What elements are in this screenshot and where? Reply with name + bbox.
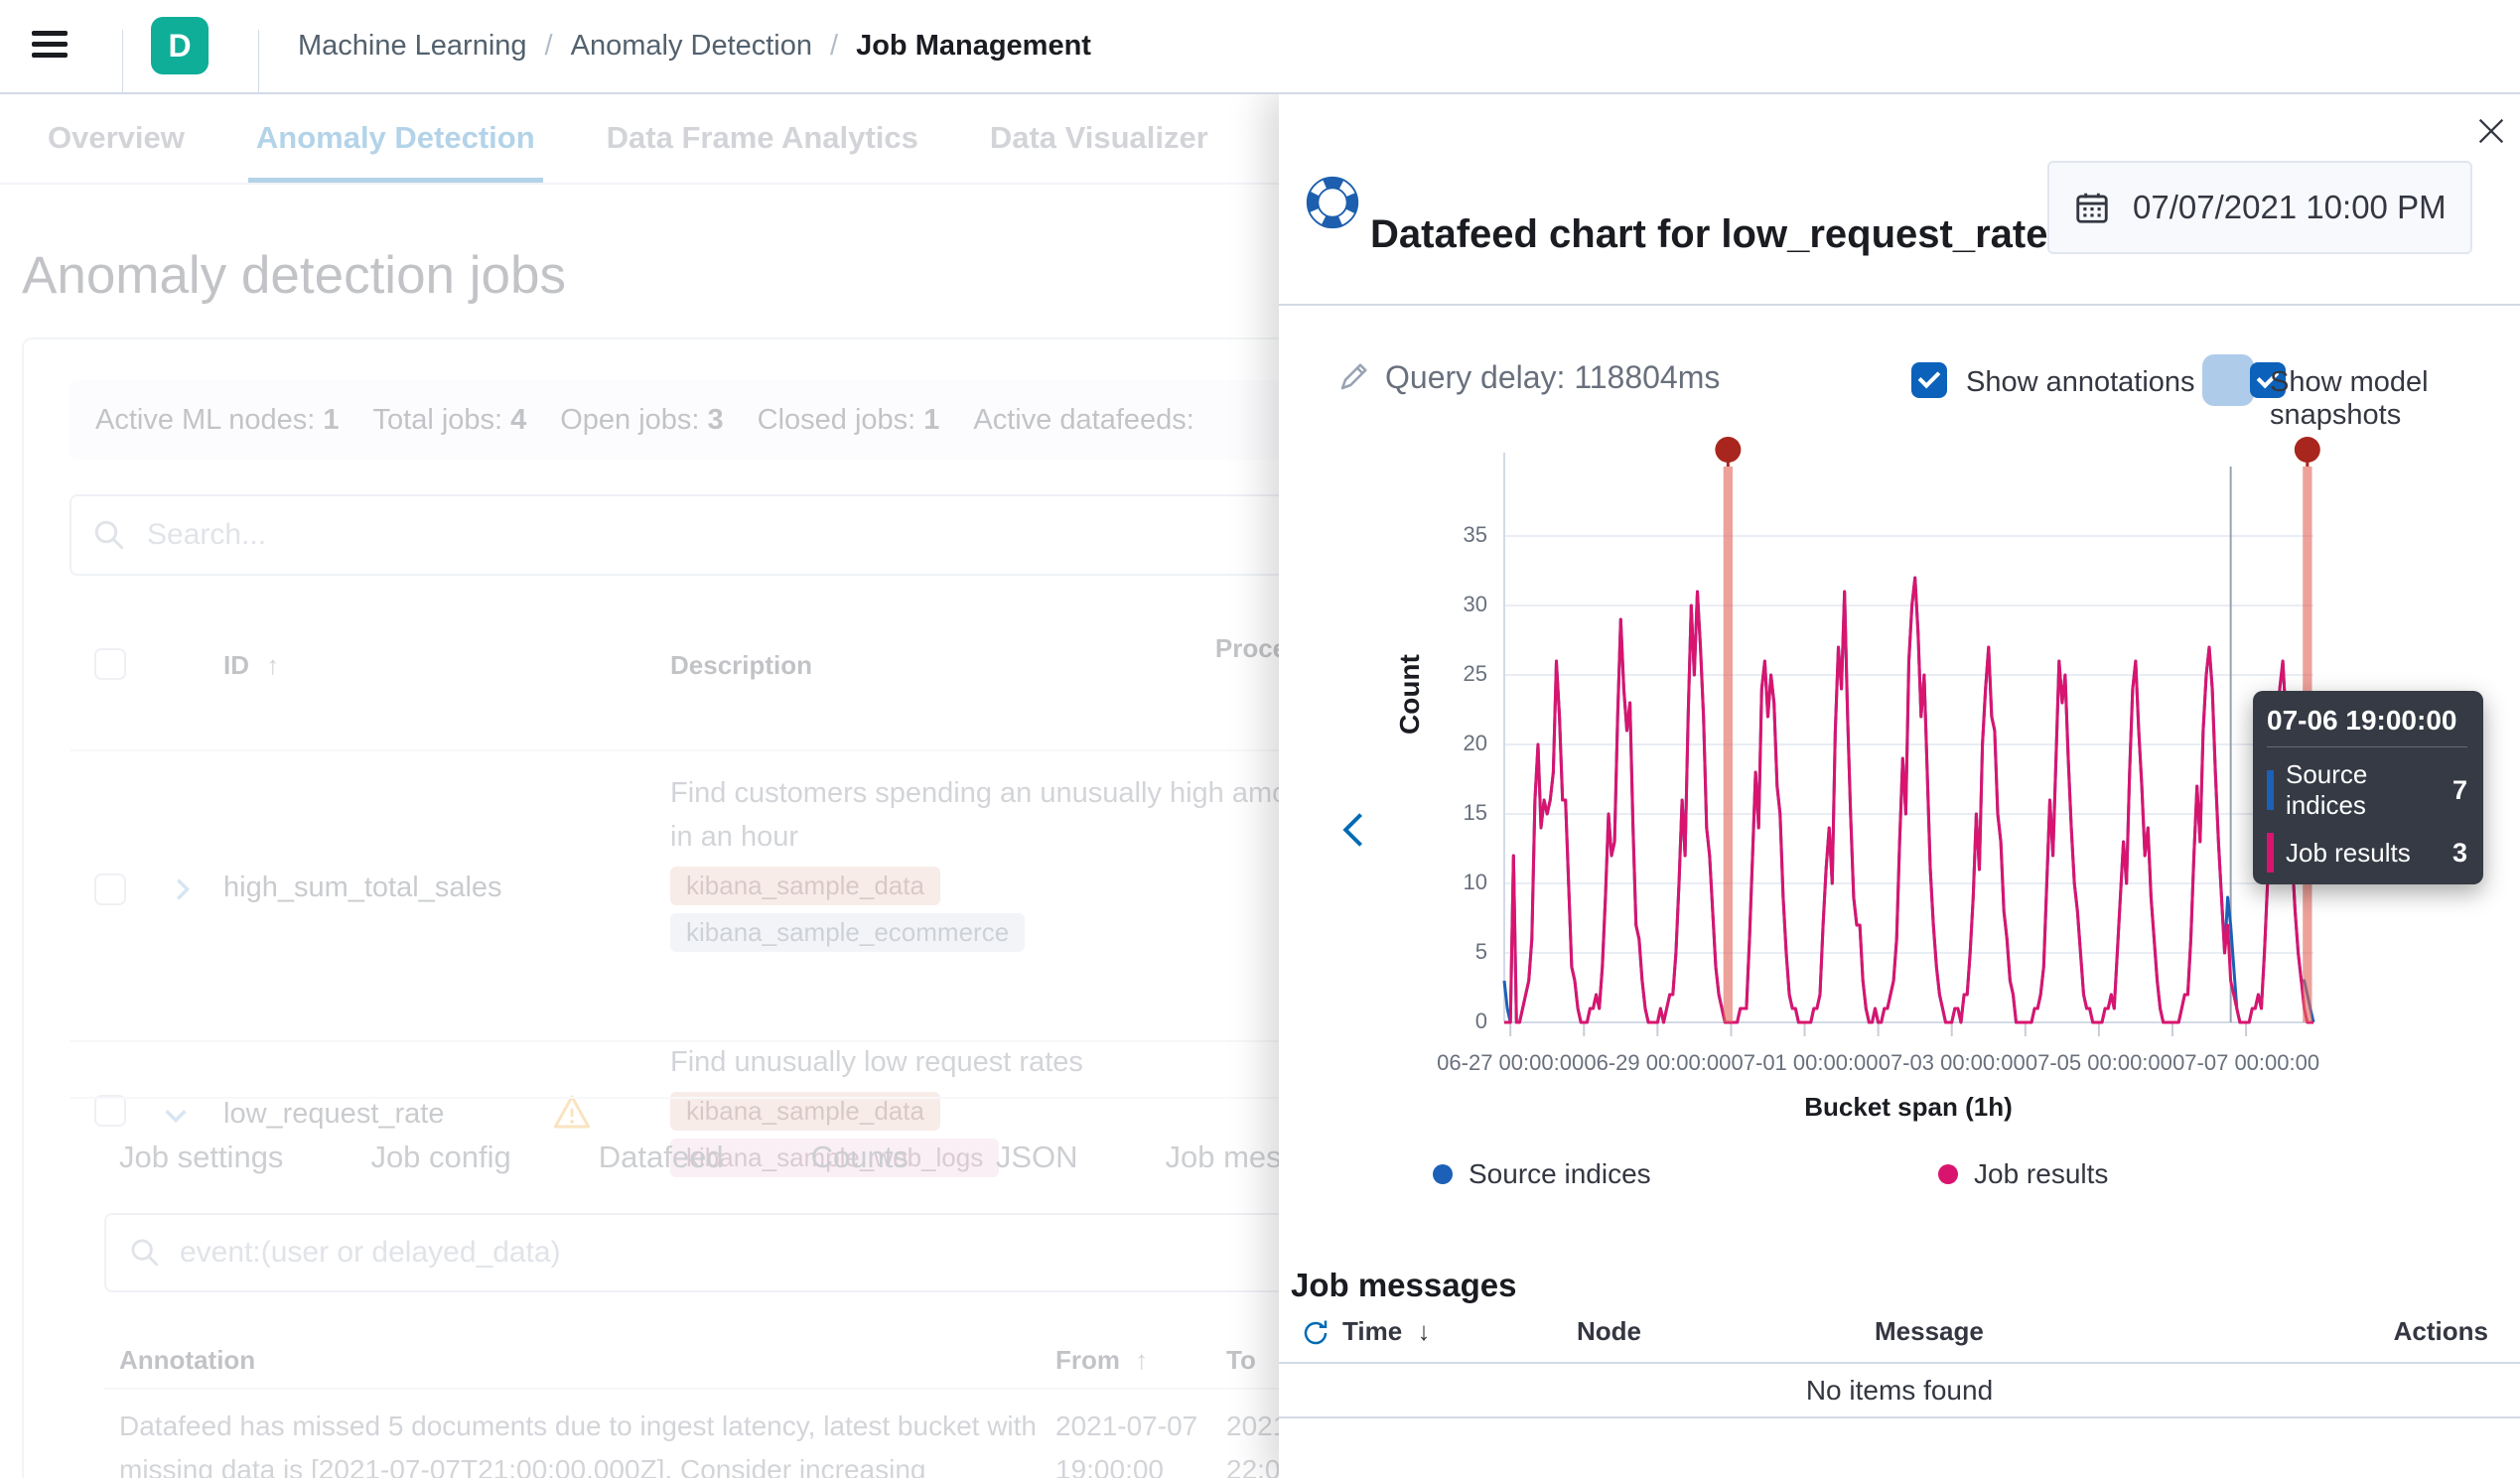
- breadcrumb-machine-learning[interactable]: Machine Learning: [298, 30, 527, 63]
- refresh-icon[interactable]: [1301, 1318, 1330, 1348]
- tooltip-timestamp: 07-06 19:00:00: [2267, 705, 2467, 747]
- legend-label: Source indices: [1469, 1158, 1651, 1190]
- sort-desc-icon: ↓: [1417, 1316, 1430, 1346]
- show-annotations-checkbox[interactable]: [1911, 362, 1947, 398]
- date-picker-input[interactable]: [2131, 188, 2462, 227]
- app-root: D Machine Learning / Anomaly Detection /…: [0, 0, 2520, 1478]
- no-items-found-text: No items found: [1279, 1375, 2520, 1407]
- legend-label: Job results: [1974, 1158, 2108, 1190]
- breadcrumb-job-management: Job Management: [856, 30, 1091, 63]
- legend-item-job-results[interactable]: Job results: [1938, 1158, 2108, 1190]
- datafeed-chart-icon: [1306, 176, 1359, 229]
- header-divider: [122, 30, 123, 92]
- checkbox-focus-ring: [2202, 354, 2254, 406]
- space-avatar[interactable]: D: [151, 17, 209, 74]
- tooltip-series-bar-blue: [2267, 770, 2274, 810]
- date-picker-field[interactable]: [2047, 161, 2472, 254]
- query-delay-text[interactable]: Query delay: 118804ms: [1385, 359, 1720, 396]
- space-avatar-letter: D: [168, 28, 191, 65]
- breadcrumb-separator: /: [545, 30, 553, 63]
- column-header-message: Message: [1875, 1316, 1984, 1347]
- column-header-time[interactable]: Time ↓: [1342, 1316, 1430, 1347]
- show-model-snapshots-label[interactable]: Show model snapshots: [2270, 366, 2520, 432]
- breadcrumb: Machine Learning / Anomaly Detection / J…: [298, 0, 1091, 92]
- top-header-bar: D Machine Learning / Anomaly Detection /…: [0, 0, 2520, 94]
- flyout-title: Datafeed chart for low_request_rate: [1370, 212, 2047, 257]
- tooltip-series-bar-magenta: [2267, 833, 2274, 873]
- legend-item-source-indices[interactable]: Source indices: [1433, 1158, 1651, 1190]
- tooltip-row-source-indices: Source indices 7: [2267, 759, 2467, 821]
- table-divider: [1279, 1362, 2520, 1364]
- chart-tooltip: 07-06 19:00:00 Source indices 7 Job resu…: [2253, 691, 2483, 884]
- calendar-icon: [2073, 188, 2111, 227]
- table-divider: [1279, 1416, 2520, 1418]
- breadcrumb-anomaly-detection[interactable]: Anomaly Detection: [571, 30, 812, 63]
- job-messages-heading: Job messages: [1291, 1267, 1516, 1304]
- legend-dot-blue: [1433, 1164, 1453, 1184]
- menu-hamburger-icon[interactable]: [26, 24, 73, 65]
- flyout-header-divider: [1279, 304, 2520, 306]
- legend-dot-magenta: [1938, 1164, 1958, 1184]
- header-divider: [258, 30, 259, 92]
- edit-pencil-icon[interactable]: [1336, 358, 1372, 394]
- column-header-actions: Actions: [2394, 1316, 2488, 1347]
- close-icon[interactable]: [2468, 110, 2512, 154]
- breadcrumb-separator: /: [830, 30, 838, 63]
- chart-previous-button[interactable]: [1330, 805, 1374, 857]
- show-annotations-label[interactable]: Show annotations: [1966, 366, 2195, 399]
- tooltip-row-job-results: Job results 3: [2267, 833, 2467, 873]
- column-header-node: Node: [1577, 1316, 1641, 1347]
